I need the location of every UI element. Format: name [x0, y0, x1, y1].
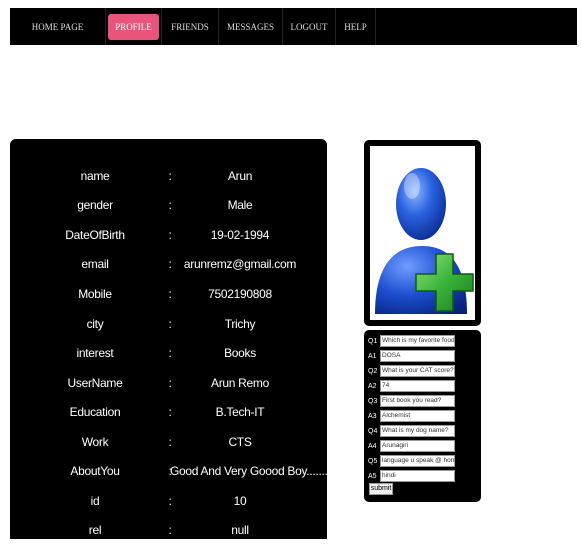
- field-label: UserName: [67, 375, 123, 390]
- nav-friends[interactable]: FRIENDS: [162, 8, 219, 45]
- field-label: name: [80, 168, 110, 183]
- field-label: interest: [76, 345, 114, 360]
- profile-row-dob: DateOfBirth:19-02-1994: [10, 220, 327, 249]
- nav-logout-label: LOGOUT: [290, 21, 328, 32]
- qa-row-a3: A3 Alchemist: [368, 410, 455, 422]
- qa-label: Q1: [368, 337, 378, 345]
- field-label: email: [81, 256, 109, 271]
- profile-row-mobile: Mobile:7502190808: [10, 279, 327, 308]
- profile-row-aboutyou: AboutYou: Good And Very Goood Boy........…: [10, 456, 334, 485]
- field-value: Trichy: [224, 316, 256, 331]
- qa-label: Q2: [368, 367, 378, 375]
- profile-row-name: name: Arun: [10, 161, 327, 190]
- field-label: Education: [69, 404, 121, 419]
- question-field-1[interactable]: Which is my favorite food?: [380, 335, 455, 347]
- field-label: AboutYou: [70, 463, 120, 478]
- profile-row-work: Work: CTS: [10, 427, 327, 456]
- profile-row-id: id:10: [10, 486, 327, 515]
- nav-help[interactable]: HELP: [336, 8, 376, 45]
- qa-row-q2: Q2 What is your CAT score?: [368, 365, 455, 377]
- qa-row-a1: A1 DOSA: [368, 350, 455, 362]
- qa-label: A4: [368, 442, 377, 450]
- field-value: arunremz@gmail.com: [183, 256, 297, 271]
- qa-label: A1: [368, 352, 377, 360]
- field-label: Mobile: [78, 286, 112, 301]
- field-label: rel: [88, 522, 102, 537]
- security-questions-form: Q1 Which is my favorite food? A1 DOSA Q2 Wh…: [364, 330, 481, 502]
- answer-field-4[interactable]: Arunagiri: [380, 440, 455, 452]
- profile-details-panel: name: Arun gender: Male DateOfBirth:19-02-…: [10, 139, 334, 539]
- qa-row-q1: Q1 Which is my favorite food?: [368, 335, 455, 347]
- nav-profile[interactable]: PROFILE: [106, 8, 162, 45]
- nav-messages[interactable]: MESSAGES: [219, 8, 283, 45]
- profile-row-city: city: Trichy: [10, 309, 327, 338]
- submit-button[interactable]: submit: [369, 483, 393, 495]
- qa-row-q3: Q3 First book you read?: [368, 395, 455, 407]
- field-value: 19-02-1994: [210, 227, 270, 242]
- profile-row-email: email: arunremz@gmail.com: [10, 249, 327, 278]
- field-value: Arun: [227, 168, 253, 183]
- qa-row-a4: A4 Arunagiri: [368, 440, 455, 452]
- nav-messages-label: MESSAGES: [226, 21, 274, 32]
- profile-row-username: UserName: Arun Remo: [10, 368, 327, 397]
- question-field-4[interactable]: What is my dog name?: [380, 425, 455, 437]
- qa-row-q5: Q5language u speak @ home?: [368, 455, 455, 467]
- nav-logout[interactable]: LOGOUT: [283, 8, 336, 45]
- top-nav-bar: HOME PAGE PROFILE FRIENDS MESSAGES LOGOU…: [10, 8, 577, 45]
- qa-label: Q4: [368, 427, 378, 435]
- add-user-icon: [375, 168, 474, 314]
- field-label: id: [90, 493, 100, 508]
- qa-row-a2: A2 74: [368, 380, 455, 392]
- nav-home-label: HOME PAGE: [31, 21, 84, 32]
- field-value: 10: [233, 493, 247, 508]
- field-value: CTS: [228, 434, 252, 449]
- qa-row-q4: Q4 What is my dog name?: [368, 425, 455, 437]
- qa-label: A2: [368, 382, 377, 390]
- qa-label: A3: [368, 412, 377, 420]
- profile-row-education: Education: B.Tech-IT: [10, 397, 327, 426]
- qa-row-a5: A5 hindi: [368, 470, 455, 482]
- field-label: DateOfBirth: [65, 227, 125, 242]
- field-value: Arun Remo: [211, 375, 269, 390]
- answer-field-3[interactable]: Alchemist: [380, 410, 455, 422]
- profile-row-gender: gender: Male: [10, 190, 327, 219]
- question-field-5[interactable]: language u speak @ home?: [380, 455, 455, 467]
- field-value: Books: [224, 345, 256, 360]
- field-label: gender: [77, 197, 113, 212]
- answer-field-5[interactable]: hindi: [380, 470, 455, 482]
- avatar[interactable]: [370, 146, 475, 320]
- field-value: Good And Very Goood Boy.........: [170, 463, 334, 478]
- nav-friends-label: FRIENDS: [171, 21, 209, 32]
- field-label: city: [86, 316, 104, 331]
- answer-field-2[interactable]: 74: [380, 380, 455, 392]
- field-value: 7502190808: [208, 286, 272, 301]
- qa-label: Q3: [368, 397, 378, 405]
- answer-field-1[interactable]: DOSA: [380, 350, 455, 362]
- nav-home[interactable]: HOME PAGE: [10, 8, 106, 45]
- field-value: Male: [227, 197, 253, 212]
- profile-row-rel: rel: null: [10, 515, 327, 544]
- field-label: Work: [81, 434, 109, 449]
- qa-label: A5: [368, 472, 377, 480]
- question-field-2[interactable]: What is your CAT score?: [380, 365, 455, 377]
- qa-label: Q5: [368, 457, 378, 465]
- question-field-3[interactable]: First book you read?: [380, 395, 455, 407]
- profile-row-interest: interest: Books: [10, 338, 327, 367]
- field-value: null: [231, 522, 249, 537]
- nav-help-label: HELP: [344, 21, 367, 32]
- field-value: B.Tech-IT: [215, 404, 265, 419]
- avatar-frame: [364, 140, 481, 326]
- nav-profile-label: PROFILE: [108, 13, 159, 40]
